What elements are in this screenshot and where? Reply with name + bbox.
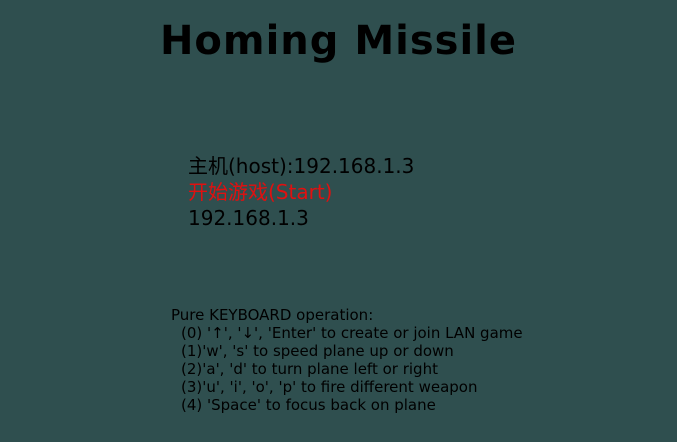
controls-line: (2)'a', 'd' to turn plane left or right [181,360,438,378]
controls-line: (1)'w', 's' to speed plane up or down [181,342,454,360]
controls-line: (0) '↑', '↓', 'Enter' to create or join … [181,324,523,342]
main-menu: 主机(host):192.168.1.3 开始游戏(Start) 192.168… [188,153,414,231]
controls-line: (3)'u', 'i', 'o', 'p' to fire different … [181,378,478,396]
controls-heading: Pure KEYBOARD operation: [171,306,374,324]
menu-item-start[interactable]: 开始游戏(Start) [188,179,414,205]
menu-item-join-address[interactable]: 192.168.1.3 [188,205,414,231]
controls-help: Pure KEYBOARD operation: (0) '↑', '↓', '… [171,306,523,414]
controls-line: (4) 'Space' to focus back on plane [181,396,436,414]
menu-item-host[interactable]: 主机(host):192.168.1.3 [188,153,414,179]
game-title: Homing Missile [159,18,518,64]
